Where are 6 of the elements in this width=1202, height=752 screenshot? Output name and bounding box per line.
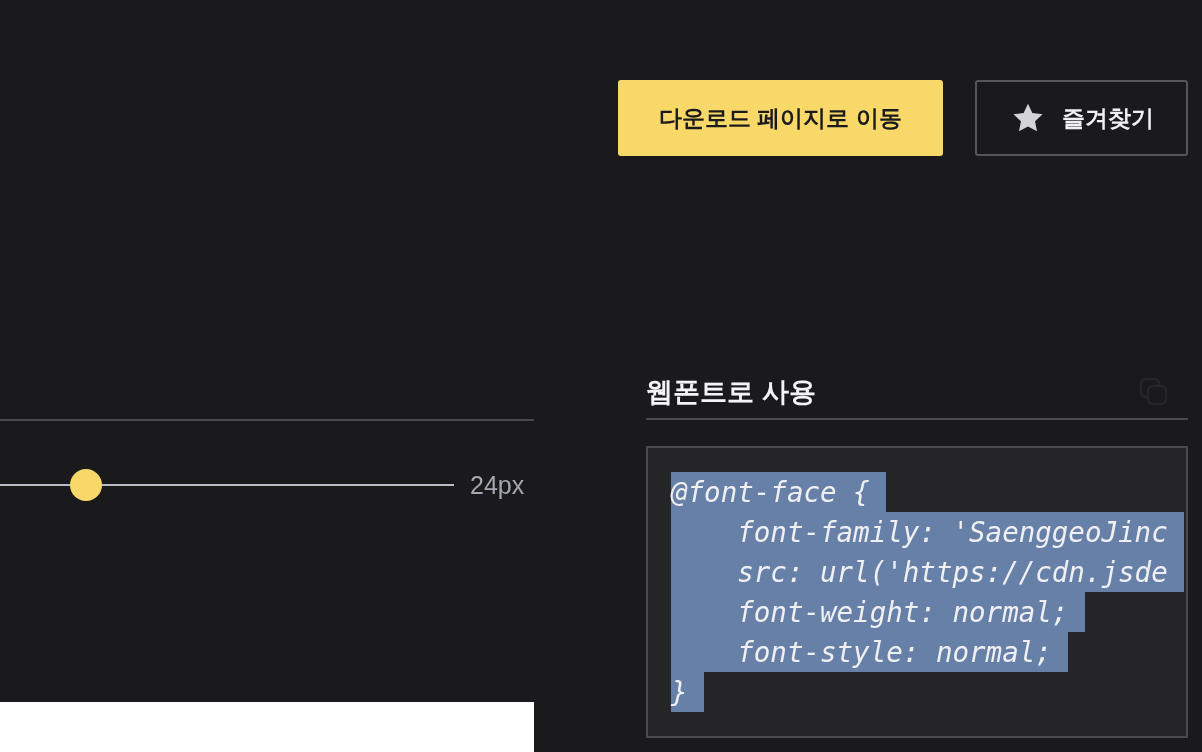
favorite-button[interactable]: 즐겨찾기 — [975, 80, 1188, 156]
code-block[interactable]: @font-face { font-family: 'SaenggeoJinc src: url('https://cdn.jsde font-weight: normal; font-style: normal; } — [646, 446, 1188, 738]
size-reading: 24px — [470, 470, 525, 500]
section-title: 웹폰트로 사용 — [646, 376, 816, 409]
download-page-button[interactable]: 다운로드 페이지로 이동 — [618, 80, 943, 156]
slider-thumb[interactable] — [70, 469, 103, 501]
